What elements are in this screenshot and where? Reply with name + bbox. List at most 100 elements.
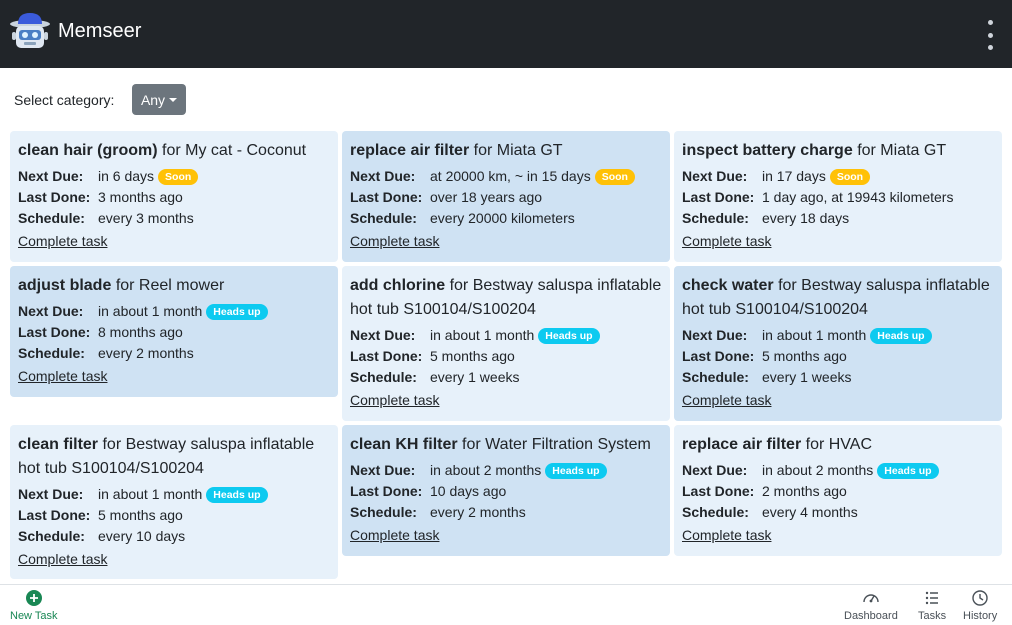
schedule-label: Schedule: — [18, 210, 85, 226]
complete-task-link[interactable]: Complete task — [350, 390, 439, 411]
task-title: check water for Bestway saluspa inflatab… — [682, 274, 994, 322]
last-done-value: 8 months ago — [98, 324, 183, 340]
schedule-value: every 2 months — [430, 504, 526, 520]
schedule-label: Schedule: — [18, 528, 85, 544]
task-target: for Miata GT — [473, 142, 563, 159]
task-target: for Miata GT — [857, 142, 947, 159]
next-due-value: in about 1 month — [762, 327, 867, 343]
dashboard-label: Dashboard — [844, 610, 898, 622]
speedometer-icon — [863, 594, 879, 603]
task-card: replace air filter for HVAC Next Due: in … — [674, 425, 1002, 556]
task-target: for Water Filtration System — [462, 436, 651, 453]
history-label: History — [963, 610, 998, 622]
task-title: clean KH filter for Water Filtration Sys… — [350, 433, 662, 457]
complete-task-link[interactable]: Complete task — [350, 525, 439, 546]
new-task-label: New Task — [10, 610, 58, 622]
schedule-label: Schedule: — [350, 210, 417, 226]
task-card: clean KH filter for Water Filtration Sys… — [342, 425, 670, 556]
schedule-value: every 4 months — [762, 504, 858, 520]
task-title: replace air filter for HVAC — [682, 433, 994, 457]
last-done-label: Last Done: — [682, 483, 755, 499]
tasks-label: Tasks — [918, 610, 947, 622]
next-due-label: Next Due: — [18, 168, 84, 184]
last-done-value: over 18 years ago — [430, 189, 543, 205]
schedule-label: Schedule: — [682, 210, 749, 226]
task-action: replace air filter — [682, 436, 802, 453]
robot-logo-icon[interactable] — [8, 10, 52, 54]
next-due-value: at 20000 km, ~ in 15 days — [430, 168, 591, 184]
status-badge: Heads up — [545, 462, 607, 479]
next-due-label: Next Due: — [350, 168, 416, 184]
complete-task-link[interactable]: Complete task — [682, 390, 771, 411]
status-badge: Heads up — [538, 327, 600, 344]
complete-task-link[interactable]: Complete task — [682, 231, 771, 252]
complete-task-link[interactable]: Complete task — [18, 549, 107, 570]
task-card: add chlorine for Bestway saluspa inflata… — [342, 266, 670, 421]
status-badge: Heads up — [206, 303, 268, 320]
task-card: check water for Bestway saluspa inflatab… — [674, 266, 1002, 421]
list-icon — [925, 591, 939, 605]
last-done-value: 1 day ago, at 19943 kilometers — [762, 189, 954, 205]
schedule-value: every 2 months — [98, 345, 194, 361]
complete-task-link[interactable]: Complete task — [18, 366, 107, 387]
complete-task-link[interactable]: Complete task — [350, 231, 439, 252]
last-done-label: Last Done: — [350, 189, 423, 205]
schedule-value: every 18 days — [762, 210, 850, 226]
task-action: clean KH filter — [350, 436, 458, 453]
category-dropdown[interactable]: Any — [132, 84, 186, 115]
task-card: adjust blade for Reel mower Next Due: in … — [10, 266, 338, 397]
next-due-label: Next Due: — [682, 327, 748, 343]
category-value: Any — [140, 91, 166, 108]
next-due-label: Next Due: — [18, 486, 84, 502]
last-done-label: Last Done: — [18, 324, 91, 340]
next-due-value: in about 1 month — [98, 486, 203, 502]
schedule-value: every 20000 kilometers — [430, 210, 575, 226]
task-action: add chlorine — [350, 277, 446, 294]
task-card: replace air filter for Miata GT Next Due… — [342, 131, 670, 262]
schedule-value: every 1 weeks — [762, 369, 852, 385]
nav-history[interactable]: History — [963, 589, 997, 622]
schedule-label: Schedule: — [682, 369, 749, 385]
next-due-label: Next Due: — [350, 327, 416, 343]
task-card: clean hair (groom) for My cat - Coconut … — [10, 131, 338, 262]
next-due-value: in about 1 month — [98, 303, 203, 319]
task-card: inspect battery charge for Miata GT Next… — [674, 131, 1002, 262]
last-done-label: Last Done: — [350, 348, 423, 364]
top-navbar: Memseer — [0, 0, 1012, 68]
schedule-label: Schedule: — [18, 345, 85, 361]
complete-task-link[interactable]: Complete task — [682, 525, 771, 546]
caret-down-icon — [169, 98, 178, 102]
next-due-value: in about 1 month — [430, 327, 535, 343]
last-done-value: 3 months ago — [98, 189, 183, 205]
complete-task-link[interactable]: Complete task — [18, 231, 107, 252]
last-done-value: 5 months ago — [98, 507, 183, 523]
app-title[interactable]: Memseer — [58, 20, 141, 43]
status-badge: Soon — [829, 168, 871, 185]
last-done-label: Last Done: — [682, 348, 755, 364]
schedule-label: Schedule: — [350, 504, 417, 520]
task-action: check water — [682, 277, 774, 294]
next-due-value: in about 2 months — [430, 462, 542, 478]
task-action: adjust blade — [18, 277, 112, 294]
next-due-label: Next Due: — [350, 462, 416, 478]
task-card: clean filter for Bestway saluspa inflata… — [10, 425, 338, 579]
task-title: inspect battery charge for Miata GT — [682, 139, 994, 163]
clock-history-icon — [972, 590, 988, 606]
last-done-label: Last Done: — [350, 483, 423, 499]
status-badge: Soon — [158, 168, 199, 185]
task-target: for My cat - Coconut — [162, 142, 307, 159]
more-options-icon[interactable] — [982, 20, 998, 50]
task-action: replace air filter — [350, 142, 470, 159]
schedule-value: every 1 weeks — [430, 369, 520, 385]
last-done-value: 5 months ago — [762, 348, 847, 364]
new-task-button[interactable]: New Task — [10, 589, 57, 622]
task-title: replace air filter for Miata GT — [350, 139, 662, 163]
nav-tasks[interactable]: Tasks — [918, 589, 946, 622]
nav-dashboard[interactable]: Dashboard — [844, 589, 898, 622]
status-badge: Heads up — [877, 462, 939, 479]
schedule-value: every 3 months — [98, 210, 194, 226]
next-due-label: Next Due: — [682, 462, 748, 478]
task-target: for Reel mower — [115, 277, 225, 294]
schedule-label: Schedule: — [682, 504, 749, 520]
schedule-value: every 10 days — [98, 528, 186, 544]
